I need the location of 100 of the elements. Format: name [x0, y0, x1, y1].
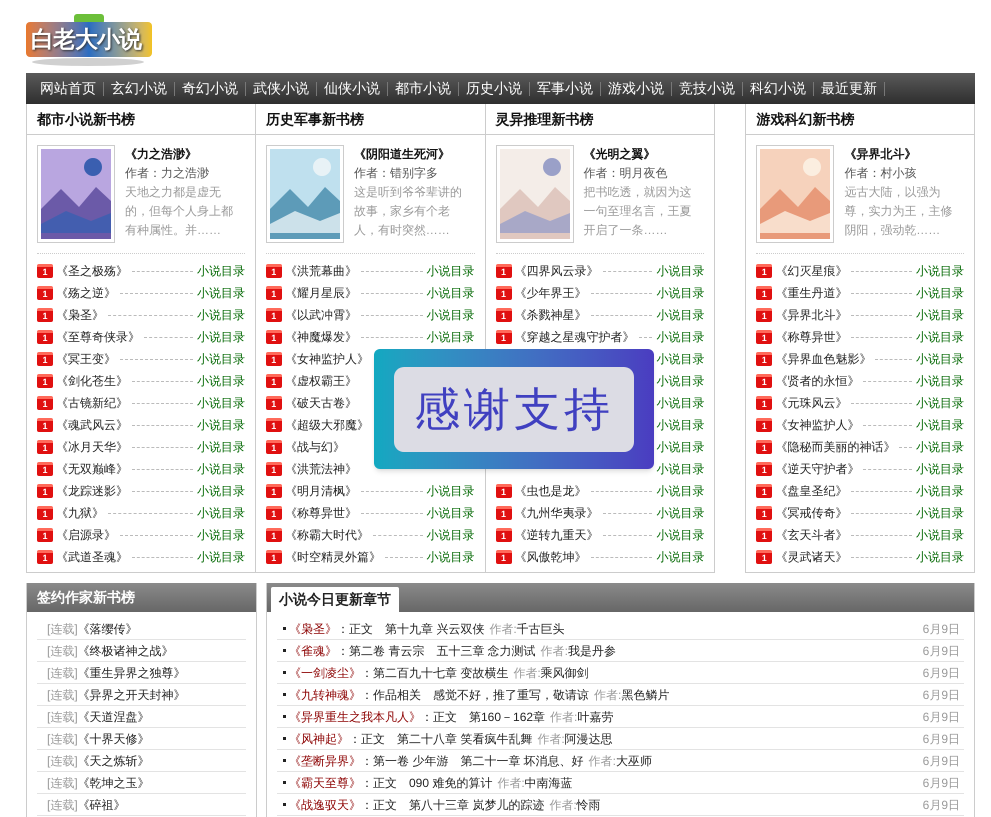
nav-link[interactable]: 玄幻小说	[105, 73, 173, 104]
book-link[interactable]: 《九州华夷录》	[514, 504, 598, 522]
catalog-link[interactable]: 小说目录	[656, 284, 704, 302]
book-link[interactable]: 《龙踪迷影》	[56, 482, 128, 500]
book-title[interactable]: 《阴阳道生死河》	[354, 145, 466, 164]
catalog-link[interactable]: 小说目录	[916, 548, 964, 566]
book-link[interactable]: 《穿越之星魂守护者》	[514, 328, 634, 346]
book-link[interactable]: 《启源录》	[56, 526, 116, 544]
catalog-link[interactable]: 小说目录	[656, 504, 704, 522]
catalog-link[interactable]: 小说目录	[656, 438, 704, 456]
book-link[interactable]: 《雀魂》	[289, 642, 337, 660]
catalog-link[interactable]: 小说目录	[426, 262, 474, 280]
chapter-link[interactable]: ：正文 第160－162章	[421, 708, 546, 726]
catalog-link[interactable]: 小说目录	[656, 460, 704, 478]
book-link[interactable]: 《剑化苍生》	[56, 372, 128, 390]
nav-link[interactable]: 奇幻小说	[176, 73, 244, 104]
book-link[interactable]: 《战逸驭天》	[289, 796, 361, 814]
book-link[interactable]: 《终极诸神之战》	[78, 642, 174, 660]
book-link[interactable]: 《灵武诸天》	[775, 548, 848, 566]
catalog-link[interactable]: 小说目录	[426, 482, 474, 500]
book-link[interactable]: 《超级大邪魔》	[284, 416, 369, 434]
book-link[interactable]: 《少年界王》	[514, 284, 586, 302]
nav-link[interactable]: 游戏小说	[602, 73, 670, 104]
book-link[interactable]: 《重生丹道》	[775, 284, 848, 302]
catalog-link[interactable]: 小说目录	[196, 482, 245, 500]
book-link[interactable]: 《女神监护人》	[284, 350, 369, 368]
catalog-link[interactable]: 小说目录	[196, 262, 245, 280]
book-link[interactable]: 《枭圣》	[56, 306, 104, 324]
catalog-link[interactable]: 小说目录	[656, 306, 704, 324]
book-link[interactable]: 《四界风云录》	[514, 262, 598, 280]
nav-link[interactable]: 仙侠小说	[318, 73, 386, 104]
book-link[interactable]: 《虚权霸王》	[284, 372, 357, 390]
catalog-link[interactable]: 小说目录	[426, 284, 474, 302]
book-link[interactable]: 《武道圣魂》	[56, 548, 128, 566]
catalog-link[interactable]: 小说目录	[916, 504, 964, 522]
book-link[interactable]: 《时空精灵外篇》	[284, 548, 381, 566]
book-link[interactable]: 《称霸大时代》	[284, 526, 369, 544]
book-link[interactable]: 《至尊奇侠录》	[56, 328, 140, 346]
book-link[interactable]: 《垄断异界》	[289, 752, 361, 770]
chapter-link[interactable]: ：正文 第二十八章 笑看疯牛乱舞	[349, 730, 532, 748]
book-link[interactable]: 《虫也是龙》	[514, 482, 586, 500]
book-link[interactable]: 《重生异界之独尊》	[78, 664, 186, 682]
catalog-link[interactable]: 小说目录	[196, 306, 245, 324]
book-link[interactable]: 《碎祖》	[78, 796, 126, 814]
book-link[interactable]: 《九狱》	[56, 504, 104, 522]
book-link[interactable]: 《殇之逆》	[56, 284, 116, 302]
book-link[interactable]: 《明月清枫》	[284, 482, 357, 500]
book-link[interactable]: 《贤者的永恒》	[775, 372, 860, 390]
chapter-link[interactable]: ：作品相关 感觉不好，推了重写，敬请谅	[361, 686, 589, 704]
catalog-link[interactable]: 小说目录	[916, 350, 964, 368]
book-link[interactable]: 《风神起》	[289, 730, 349, 748]
nav-link[interactable]: 历史小说	[460, 73, 528, 104]
nav-link[interactable]: 科幻小说	[744, 73, 812, 104]
book-link[interactable]: 《洪荒法神》	[284, 460, 357, 478]
book-link[interactable]: 《天之炼斩》	[78, 752, 150, 770]
book-link[interactable]: 《盘皇圣纪》	[775, 482, 848, 500]
book-link[interactable]: 《逆转九重天》	[514, 526, 598, 544]
catalog-link[interactable]: 小说目录	[196, 372, 245, 390]
book-link[interactable]: 《神魔爆发》	[284, 328, 357, 346]
catalog-link[interactable]: 小说目录	[196, 526, 245, 544]
catalog-link[interactable]: 小说目录	[426, 526, 474, 544]
chapter-link[interactable]: ：第二卷 青云宗 五十三章 念力测试	[337, 642, 536, 660]
catalog-link[interactable]: 小说目录	[426, 504, 474, 522]
chapter-link[interactable]: ：第一卷 少年游 第二十一章 坏消息、好	[361, 752, 584, 770]
catalog-link[interactable]: 小说目录	[426, 328, 474, 346]
catalog-link[interactable]: 小说目录	[916, 262, 964, 280]
catalog-link[interactable]: 小说目录	[916, 482, 964, 500]
book-link[interactable]: 《战与幻》	[284, 438, 345, 456]
book-link[interactable]: 《异界血色魅影》	[775, 350, 872, 368]
book-title[interactable]: 《力之浩渺》	[125, 145, 237, 164]
book-link[interactable]: 《古镜新纪》	[56, 394, 128, 412]
catalog-link[interactable]: 小说目录	[916, 460, 964, 478]
catalog-link[interactable]: 小说目录	[656, 262, 704, 280]
catalog-link[interactable]: 小说目录	[916, 328, 964, 346]
catalog-link[interactable]: 小说目录	[916, 372, 964, 390]
book-link[interactable]: 《异界之开天封神》	[78, 686, 186, 704]
catalog-link[interactable]: 小说目录	[916, 306, 964, 324]
catalog-link[interactable]: 小说目录	[196, 328, 245, 346]
book-title[interactable]: 《光明之翼》	[584, 145, 696, 164]
book-link[interactable]: 《无双巅峰》	[56, 460, 128, 478]
book-link[interactable]: 《幻灭星痕》	[775, 262, 848, 280]
section-tab[interactable]: 小说今日更新章节	[271, 587, 399, 612]
book-link[interactable]: 《称尊异世》	[284, 504, 357, 522]
book-link[interactable]: 《霸天至尊》	[289, 774, 361, 792]
catalog-link[interactable]: 小说目录	[426, 306, 474, 324]
banner-ad[interactable]: 感谢支持	[374, 349, 654, 469]
catalog-link[interactable]: 小说目录	[656, 394, 704, 412]
chapter-link[interactable]: ：正文 第十九章 兴云双侠	[337, 620, 484, 638]
book-link[interactable]: 《逆天守护者》	[775, 460, 860, 478]
chapter-link[interactable]: ：第二百九十七章 变故横生	[361, 664, 508, 682]
book-link[interactable]: 《乾坤之玉》	[78, 774, 150, 792]
book-link[interactable]: 《称尊异世》	[775, 328, 848, 346]
book-link[interactable]: 《女神监护人》	[775, 416, 860, 434]
catalog-link[interactable]: 小说目录	[916, 416, 964, 434]
book-link[interactable]: 《以武冲霄》	[284, 306, 357, 324]
book-link[interactable]: 《一剑凌尘》	[289, 664, 361, 682]
catalog-link[interactable]: 小说目录	[656, 416, 704, 434]
catalog-link[interactable]: 小说目录	[196, 416, 245, 434]
book-link[interactable]: 《异界重生之我本凡人》	[289, 708, 421, 726]
nav-link[interactable]: 军事小说	[531, 73, 599, 104]
